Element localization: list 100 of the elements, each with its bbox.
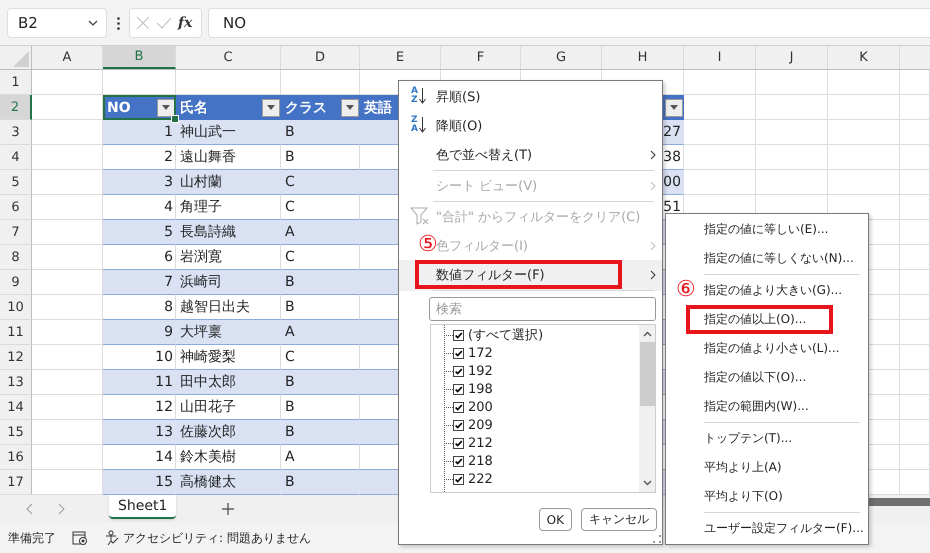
menu-item[interactable]: 指定の値以下(O)...	[666, 363, 868, 392]
row-header[interactable]: 1	[0, 70, 32, 95]
row-header[interactable]: 10	[0, 295, 32, 320]
row-header[interactable]: 8	[0, 245, 32, 270]
row-header[interactable]: 15	[0, 420, 32, 445]
row-header[interactable]: 5	[0, 170, 32, 195]
dialog-button[interactable]: OK	[538, 508, 572, 531]
vertical-scrollbar[interactable]	[639, 325, 655, 492]
row-header[interactable]: 11	[0, 320, 32, 345]
insert-function-button[interactable]: fx	[178, 15, 192, 31]
fill-handle[interactable]	[171, 115, 179, 123]
checkbox[interactable]	[453, 348, 464, 358]
row-header[interactable]: 6	[0, 195, 32, 220]
search-field[interactable]: 検索	[429, 297, 656, 321]
table-cell: 9	[103, 320, 176, 345]
table-cell: B	[281, 470, 360, 495]
value-label: 198	[468, 382, 493, 396]
table-cell: 浜崎司	[176, 270, 281, 295]
header-label: 英語	[364, 98, 392, 116]
dialog-button[interactable]: キャンセル	[581, 508, 657, 531]
accessibility-status[interactable]: アクセシビリティ: 問題ありません	[123, 530, 311, 546]
column-header[interactable]: F	[441, 46, 521, 69]
add-sheet-icon[interactable]	[222, 503, 234, 515]
column-header[interactable]: I	[684, 46, 756, 69]
value-label: 218	[468, 454, 493, 468]
table-cell: B	[281, 270, 360, 295]
table-cell: B	[281, 420, 360, 445]
header-label: NO	[107, 100, 131, 116]
table-cell: 11	[103, 370, 176, 395]
table-cell: 13	[103, 420, 176, 445]
resize-grip-icon[interactable]	[653, 535, 661, 543]
row-header[interactable]: 2	[0, 95, 32, 120]
column-header[interactable]: D	[281, 46, 360, 69]
column-header[interactable]: K	[828, 46, 900, 69]
menu-item[interactable]: 平均より上(A)	[666, 453, 868, 482]
menu-item[interactable]: A Z 昇順(S)	[399, 82, 662, 111]
row-header[interactable]: 4	[0, 145, 32, 170]
row-header[interactable]: 7	[0, 220, 32, 245]
menu-item[interactable]: ⑥ 指定の値より大きい(G)...	[666, 276, 868, 305]
menu-item[interactable]: トップテン(T)...	[666, 424, 868, 453]
menu-item[interactable]: 指定の値以上(O)...	[666, 305, 868, 334]
step-number: ⑥	[676, 277, 696, 303]
checkbox[interactable]	[453, 474, 464, 484]
menu-item[interactable]: 指定の値より小さい(L)...	[666, 334, 868, 363]
value-label: 172	[468, 346, 493, 360]
caret-icon	[346, 105, 354, 110]
table-cell: A	[281, 320, 360, 345]
value-label: 200	[468, 400, 493, 414]
row-header[interactable]: 3	[0, 120, 32, 145]
menu-item[interactable]: 数値フィルター(F)	[399, 260, 662, 291]
table-cell: A	[281, 220, 360, 245]
checkbox[interactable]	[453, 366, 464, 376]
check-icon[interactable]	[156, 17, 172, 29]
table-cell: 神山武一	[176, 120, 281, 145]
column-header[interactable]: B	[103, 46, 176, 69]
filter-button[interactable]	[262, 98, 280, 116]
macro-recording-icon[interactable]	[72, 531, 88, 545]
scroll-up-icon[interactable]	[642, 331, 652, 337]
checkbox[interactable]	[453, 456, 464, 466]
horizontal-scrollbar[interactable]	[868, 498, 930, 506]
filter-button[interactable]	[157, 98, 175, 116]
checkbox[interactable]	[453, 384, 464, 394]
filter-button[interactable]	[665, 98, 683, 116]
row-header[interactable]: 14	[0, 395, 32, 420]
header-label: クラス	[285, 98, 327, 116]
checkbox[interactable]	[453, 402, 464, 412]
table-cell: 佐藤次郎	[176, 420, 281, 445]
table-cell: 7	[103, 270, 176, 295]
formula-field[interactable]: NO	[208, 8, 930, 38]
row-header[interactable]: 13	[0, 370, 32, 395]
column-header[interactable]: H	[602, 46, 684, 69]
row-header[interactable]: 17	[0, 470, 32, 495]
column-header[interactable]: E	[360, 46, 441, 69]
row-header[interactable]: 9	[0, 270, 32, 295]
accessibility-icon[interactable]	[104, 530, 120, 546]
menu-item[interactable]: ユーザー設定フィルター(F)...	[666, 514, 868, 543]
table-cell: 5	[103, 220, 176, 245]
menu-item[interactable]: 平均より下(O)	[666, 482, 868, 514]
checkbox[interactable]	[453, 438, 464, 448]
checkbox[interactable]	[453, 420, 464, 430]
column-header[interactable]: C	[176, 46, 281, 69]
table-cell: C	[281, 170, 360, 195]
table-cell: B	[281, 370, 360, 395]
chevron-down-icon[interactable]	[88, 20, 98, 26]
column-header[interactable]: J	[756, 46, 828, 69]
step-number: ⑤	[418, 232, 438, 258]
name-box[interactable]: B2	[7, 8, 107, 38]
checkbox[interactable]	[453, 330, 464, 340]
scroll-down-icon[interactable]	[642, 480, 652, 486]
row-header[interactable]: 12	[0, 345, 32, 370]
filter-button[interactable]	[341, 98, 359, 116]
clear-filter-icon	[410, 206, 430, 226]
value-label: (すべて選択)	[468, 327, 544, 344]
menu-item[interactable]: 指定の範囲内(W)...	[666, 392, 868, 424]
menu-item[interactable]: 指定の値に等しくない(N)...	[666, 244, 868, 276]
row-header[interactable]: 16	[0, 445, 32, 470]
more-icon[interactable]	[117, 16, 120, 30]
scroll-thumb[interactable]	[640, 342, 654, 406]
sheet-tab[interactable]: Sheet1	[109, 495, 176, 519]
column-header[interactable]: G	[521, 46, 602, 69]
